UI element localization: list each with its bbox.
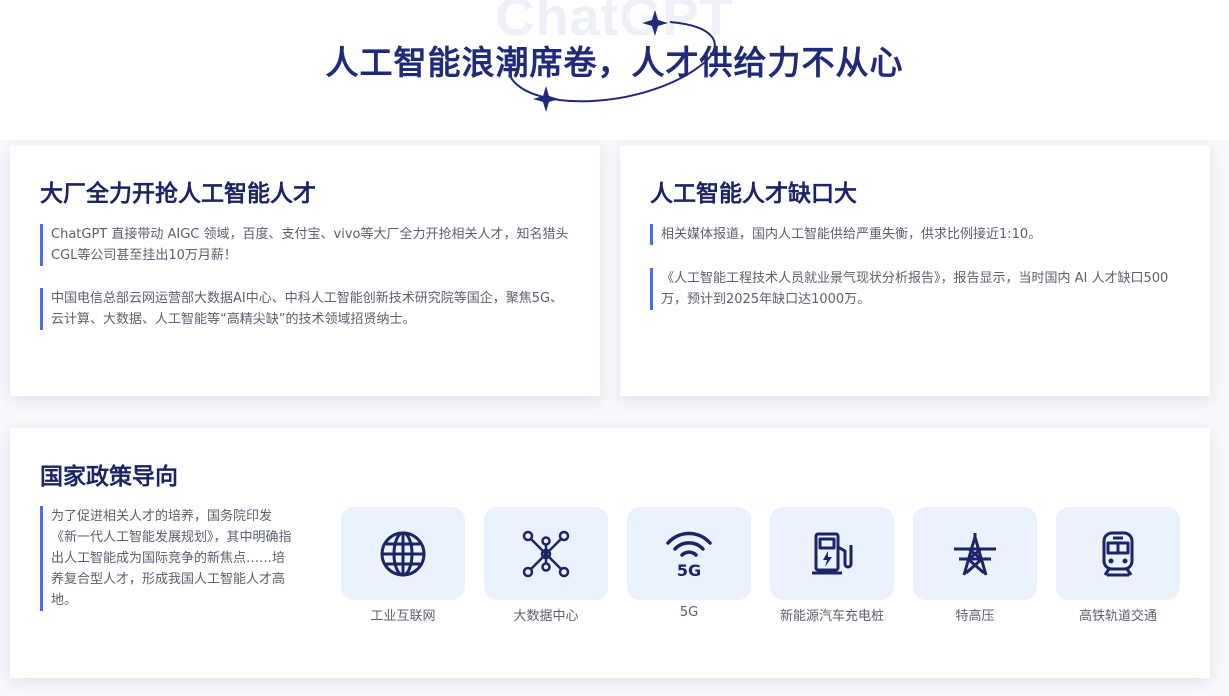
- tile-industrial-internet: [341, 507, 465, 600]
- card-title: 国家政策导向: [40, 464, 178, 490]
- power-tower-icon: [954, 532, 996, 575]
- tile-label: 特高压: [955, 609, 995, 624]
- tile-uhv: [913, 507, 1037, 600]
- card-title: 大厂全力开抢人工智能人才: [40, 181, 316, 207]
- tile-charging-pile: [770, 507, 894, 600]
- tile-label: 工业互联网: [370, 609, 436, 624]
- card-title: 人工智能人才缺口大: [650, 181, 857, 207]
- charging-pile-icon: [812, 532, 853, 574]
- page-title: 人工智能浪潮席卷，人才供给力不从心: [325, 43, 904, 82]
- tile-label: 大数据中心: [513, 609, 579, 624]
- tile-5g: 5G: [627, 507, 751, 600]
- network-nodes-icon: [522, 530, 570, 577]
- tile-label: 新能源汽车充电桩: [779, 609, 884, 624]
- card-paragraph: ChatGPT 直接带动 AIGC 领域，百度、支付宝、vivo等大厂全力开抢相…: [40, 224, 571, 266]
- card-big-companies: 大厂全力开抢人工智能人才 ChatGPT 直接带动 AIGC 领域，百度、支付宝…: [10, 146, 600, 396]
- card-paragraph: 《人工智能工程技术人员就业景气现状分析报告》，报告显示，当时国内 AI 人才缺口…: [650, 268, 1181, 310]
- card-paragraph: 中国电信总部云网运营部大数据AI中心、中科人工智能创新技术研究院等国企，聚焦5G…: [40, 288, 571, 330]
- 5g-signal-icon: 5G: [666, 531, 712, 579]
- globe-icon: [380, 531, 426, 576]
- tile-label: 5G: [679, 605, 699, 620]
- card-talent-gap: 人工智能人才缺口大 相关媒体报道，国内人工智能供给严重失衡，供求比例接近1:10…: [620, 146, 1210, 396]
- tile-label: 高铁轨道交通: [1078, 609, 1157, 624]
- 5g-icon-text: 5G: [677, 561, 701, 579]
- tile-high-speed-rail: [1056, 507, 1180, 600]
- card-paragraph: 相关媒体报道，国内人工智能供给严重失衡，供求比例接近1:10。: [650, 224, 1181, 245]
- header-banner: ChatGPT 人工智能浪潮席卷，人才供给力不从心: [0, 0, 1229, 140]
- tile-data-center: [484, 507, 608, 600]
- train-icon: [1102, 531, 1134, 576]
- card-paragraph: 为了促进相关人才的培养，国务院印发《新一代人工智能发展规划》，其中明确指出人工智…: [40, 506, 296, 611]
